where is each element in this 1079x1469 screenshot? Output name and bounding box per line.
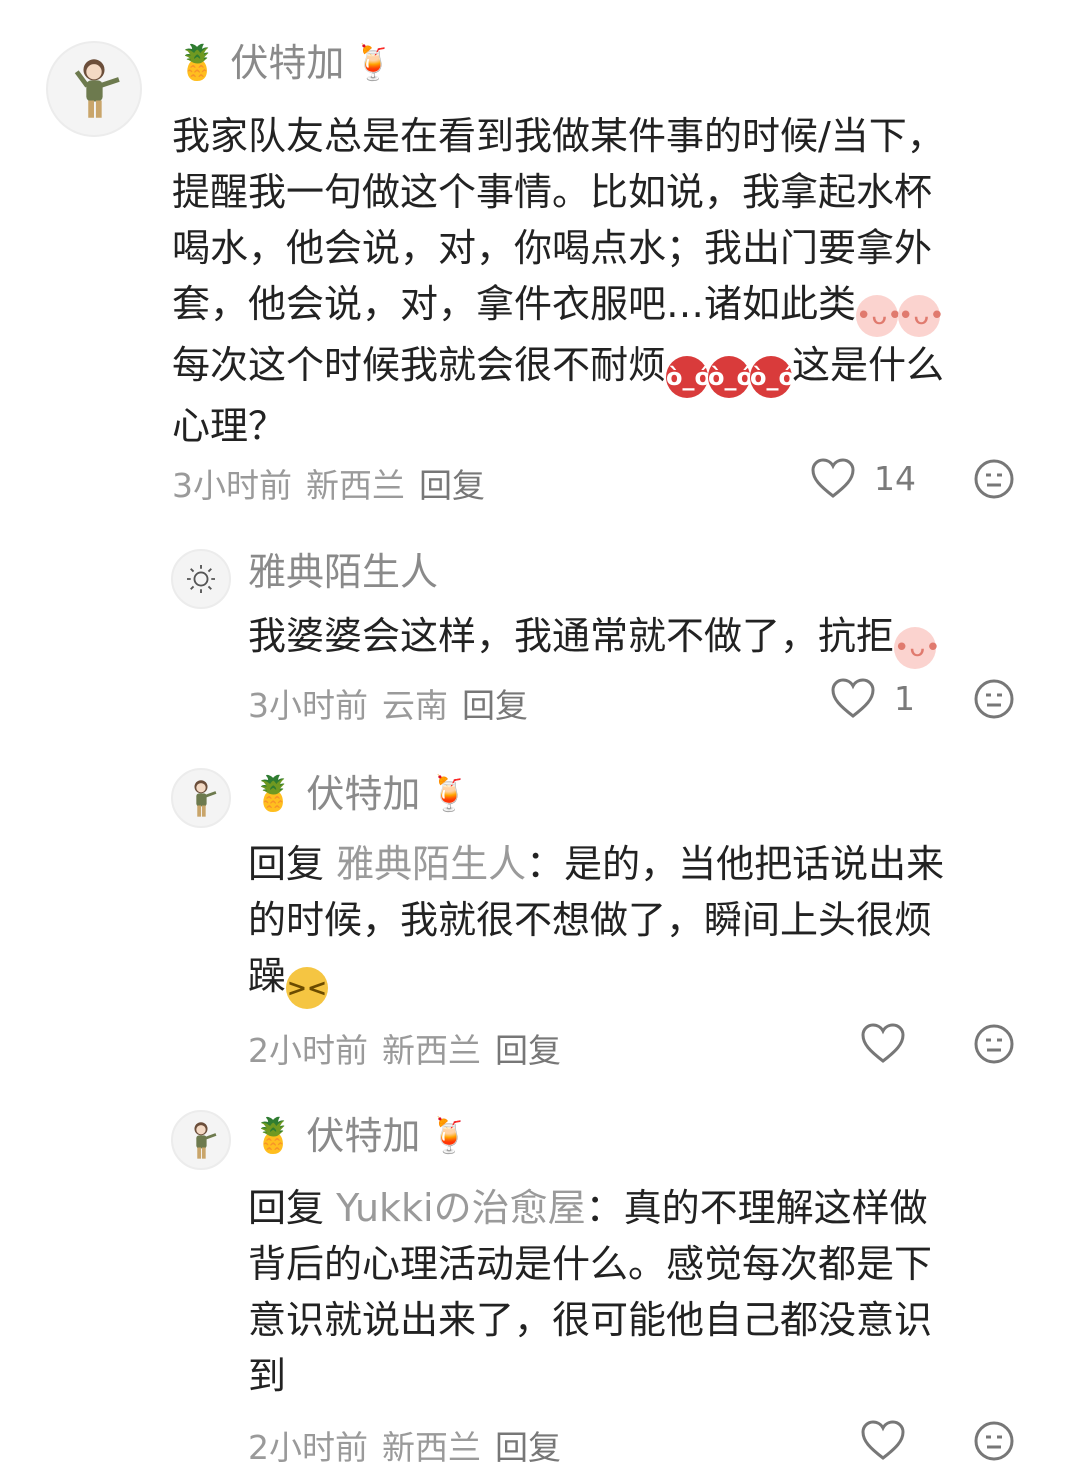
comment-meta: 2小时前 新西兰 回复 (248, 1421, 575, 1469)
cocktail-icon: 🍹 (428, 1116, 471, 1156)
text-line: 套，他会说，对，拿件衣服吧…诸如此类•ᴗ••ᴗ• (172, 276, 1052, 337)
angry-face-icon: ò_ó (666, 356, 711, 398)
text-line: 回复 Yukkiの治愈屋：真的不理解这样做 (248, 1180, 1048, 1236)
pineapple-icon: 🍍 (252, 774, 295, 814)
location: 新西兰 (306, 466, 405, 505)
text-line: 心理？ (172, 404, 287, 448)
reply-prefix: 回复 (248, 842, 325, 886)
text-segment: 这是什么 (792, 343, 945, 387)
author-name: 伏特加 (230, 41, 345, 85)
comment-text: 我家队友总是在看到我做某件事的时候/当下， 提醒我一句做这个事情。比如说，我拿起… (172, 108, 1052, 454)
text-segment: ：真的不理解这样做 (585, 1186, 928, 1230)
comment-author[interactable]: 🍍 伏特加 🍹 (176, 44, 395, 82)
author-name: 雅典陌生人 (248, 550, 439, 594)
avatar-girl-icon (74, 59, 120, 118)
text-line: 躁>< (248, 948, 1048, 1009)
text-segment: 每次这个时候我就会很不耐烦 (172, 343, 667, 387)
heart-icon (811, 458, 855, 498)
like-button[interactable]: 14 (810, 457, 916, 499)
text-line: 意识就说出来了，很可能他自己都没意识 (248, 1298, 933, 1342)
text-segment: 我婆婆会这样，我通常就不做了，抗拒 (248, 614, 895, 658)
reply-button[interactable]: 回复 (495, 1428, 561, 1467)
text-line: 到 (248, 1354, 287, 1398)
author-name: 伏特加 (306, 1114, 421, 1158)
text-line: 回复 雅典陌生人：是的，当他把话说出来 (248, 836, 1048, 892)
location: 云南 (382, 686, 448, 725)
avatar-girl-icon (194, 780, 217, 817)
tired-face-icon: >< (286, 967, 329, 1009)
text-line: 喝水，他会说，对，你喝点水；我出门要拿外 (172, 226, 933, 270)
peach-eyeroll-icon: •ᴗ• (856, 295, 903, 337)
text-line: 我家队友总是在看到我做某件事的时候/当下， (172, 114, 945, 158)
comment-meta: 2小时前 新西兰 回复 (248, 1024, 575, 1072)
location: 新西兰 (382, 1031, 481, 1070)
cocktail-icon: 🍹 (428, 774, 471, 814)
comment-meta: 3小时前 云南 回复 (248, 679, 542, 727)
comment-text: 回复 雅典陌生人：是的，当他把话说出来 的时候，我就很不想做了，瞬间上头很烦 躁… (248, 836, 1048, 1009)
heart-icon (831, 678, 875, 718)
peach-shush-icon: •ᴗ• (898, 295, 945, 337)
reply-button[interactable]: 回复 (495, 1031, 561, 1070)
like-button[interactable] (860, 1419, 906, 1461)
timestamp: 2小时前 (248, 1031, 368, 1070)
dislike-face-icon[interactable] (973, 458, 1015, 500)
avatar[interactable] (171, 1110, 231, 1170)
heart-icon (861, 1023, 905, 1063)
sun-icon (187, 565, 215, 593)
reply-to-user[interactable]: Yukkiの治愈屋 (336, 1186, 586, 1230)
avatar[interactable] (171, 549, 231, 609)
heart-icon (861, 1420, 905, 1460)
text-segment: 躁 (248, 954, 287, 998)
text-line: 提醒我一句做这个事情。比如说，我拿起水杯 (172, 170, 933, 214)
timestamp: 3小时前 (248, 686, 368, 725)
comment-meta: 3小时前 新西兰 回复 (172, 459, 499, 507)
author-name: 伏特加 (306, 772, 421, 816)
like-button[interactable]: 1 (830, 677, 915, 719)
comment-author[interactable]: 🍍 伏特加 🍹 (252, 775, 471, 813)
pineapple-icon: 🍍 (176, 43, 219, 83)
location: 新西兰 (382, 1428, 481, 1467)
avatar[interactable] (171, 768, 231, 828)
text-segment: 套，他会说，对，拿件衣服吧…诸如此类 (172, 282, 857, 326)
comment-author[interactable]: 雅典陌生人 (248, 553, 438, 591)
cocktail-icon: 🍹 (352, 43, 395, 83)
comment-text: 回复 Yukkiの治愈屋：真的不理解这样做 背后的心理活动是什么。感觉每次都是下… (248, 1180, 1048, 1404)
text-line: 的时候，我就很不想做了，瞬间上头很烦 (248, 898, 933, 942)
like-count: 1 (894, 678, 915, 718)
reply-button[interactable]: 回复 (462, 686, 528, 725)
reply-to-user[interactable]: 雅典陌生人 (336, 842, 526, 886)
dislike-face-icon[interactable] (973, 678, 1015, 720)
like-button[interactable] (860, 1022, 906, 1064)
reply-prefix: 回复 (248, 1186, 325, 1230)
like-count: 14 (874, 458, 916, 498)
dislike-face-icon[interactable] (973, 1023, 1015, 1065)
timestamp: 3小时前 (172, 466, 292, 505)
comment-text: 我婆婆会这样，我通常就不做了，抗拒•ᴗ• (248, 608, 1048, 669)
dislike-face-icon[interactable] (973, 1420, 1015, 1462)
avatar-girl-icon (194, 1122, 217, 1159)
angry-face-icon: ò_ó (750, 356, 795, 398)
text-line: 每次这个时候我就会很不耐烦ò_óò_óò_ó这是什么 (172, 337, 1052, 398)
angry-face-icon: ò_ó (708, 356, 753, 398)
comment-author[interactable]: 🍍 伏特加 🍹 (252, 1117, 471, 1155)
text-segment: ：是的，当他把话说出来 (526, 842, 945, 886)
text-line: 背后的心理活动是什么。感觉每次都是下 (248, 1242, 933, 1286)
reply-button[interactable]: 回复 (419, 466, 485, 505)
avatar[interactable] (46, 41, 142, 137)
peach-crying-icon: •ᴗ• (894, 627, 941, 669)
timestamp: 2小时前 (248, 1428, 368, 1467)
pineapple-icon: 🍍 (252, 1116, 295, 1156)
